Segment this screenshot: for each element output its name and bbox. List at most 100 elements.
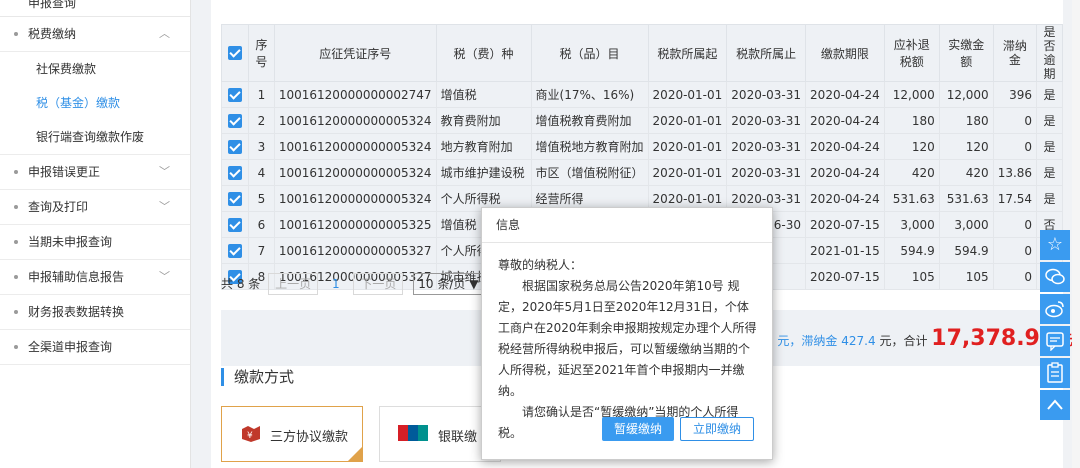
table-cell-paid: 594.9 <box>938 237 994 264</box>
table-cell-overdue: 是 <box>1036 107 1063 134</box>
sidebar-item-unfiled-query[interactable]: 当期未申报查询 <box>0 225 190 260</box>
table-cell-tax-type: 地方教育附加 <box>435 133 532 160</box>
sidebar-item-error-correction[interactable]: 申报错误更正 ﹀ <box>0 155 190 190</box>
up-arrow-icon[interactable] <box>1040 390 1070 420</box>
sidebar-partial-label: 申报查询 <box>28 0 77 10</box>
page-number[interactable]: 1 <box>332 272 340 296</box>
selected-corner-icon <box>348 447 362 461</box>
table-cell-overdue: 是 <box>1036 185 1063 212</box>
chevron-down-icon: ﹀ <box>159 200 170 213</box>
grand-total: 17,378.93 <box>931 326 1056 351</box>
col-header: 滞纳金 <box>992 24 1038 82</box>
table-cell-deadline: 2020-04-24 <box>805 107 885 134</box>
row-checkbox-cell[interactable] <box>221 159 249 186</box>
bullet-icon <box>14 170 18 174</box>
payment-option-label: 三方协议缴款 <box>270 430 349 445</box>
row-checkbox-cell[interactable] <box>221 107 249 134</box>
row-checkbox-cell[interactable] <box>221 211 249 238</box>
table-cell-paid: 120 <box>938 133 994 160</box>
page-size-value: 10 条/页 <box>418 277 466 291</box>
table-cell-due: 180 <box>883 107 940 134</box>
row-checkbox[interactable] <box>227 87 242 102</box>
wechat-icon[interactable] <box>1040 262 1070 292</box>
table-cell-voucher: 10016120000000002747 <box>273 81 437 108</box>
sidebar-item-tax-payment[interactable]: 税费缴纳 ︿ <box>0 17 190 52</box>
table-row[interactable]: 3 10016120000000005324 地方教育附加 增值税地方教育附加 2020… <box>221 133 1063 160</box>
prev-page-button[interactable]: 上一页 <box>268 273 319 295</box>
table-cell-overdue: 是 <box>1036 159 1063 186</box>
table-cell-no: 6 <box>247 211 275 238</box>
tripartite-agreement-icon: ¥ <box>240 425 262 446</box>
table-cell-late-fee: 17.54 <box>992 185 1038 212</box>
table-cell-tax-type: 城市维护建设税 <box>435 159 532 186</box>
table-cell-no: 5 <box>247 185 275 212</box>
payment-option-tripartite[interactable]: ¥ 三方协议缴款 <box>221 406 363 462</box>
vertical-scrollbar[interactable] <box>1072 0 1080 468</box>
row-checkbox-cell[interactable] <box>221 185 249 212</box>
summary-partial-prefix: 3 元，滞纳金 <box>765 334 838 348</box>
row-checkbox[interactable] <box>227 139 242 154</box>
bullet-icon <box>14 205 18 209</box>
floating-toolbar: ☆ <box>1040 230 1070 422</box>
table-cell-paid: 420 <box>938 159 994 186</box>
table-cell-deadline: 2020-07-15 <box>805 211 885 238</box>
table-cell-paid: 12,000 <box>938 81 994 108</box>
sidebar-subitem-bank-void[interactable]: 银行端查询缴款作废 <box>0 120 190 155</box>
table-cell-no: 7 <box>247 237 275 264</box>
row-checkbox[interactable] <box>227 191 242 206</box>
table-cell-due: 120 <box>883 133 940 160</box>
sidebar-partial-item[interactable]: 申报查询 <box>0 0 190 17</box>
sidebar-subitem-tax-fund[interactable]: 税（基金）缴款 <box>0 86 190 120</box>
weibo-icon[interactable] <box>1040 294 1070 324</box>
sidebar-subitem-social-insurance[interactable]: 社保费缴款 <box>0 52 190 86</box>
star-icon[interactable]: ☆ <box>1040 230 1070 260</box>
table-cell-paid: 3,000 <box>938 211 994 238</box>
row-checkbox[interactable] <box>227 113 242 128</box>
table-row[interactable]: 1 10016120000000002747 增值税 商业(17%、16%) 2020-… <box>221 81 1063 108</box>
message-icon[interactable] <box>1040 326 1070 356</box>
row-checkbox-cell[interactable] <box>221 81 249 108</box>
table-cell-end: 2020-03-31 <box>726 107 807 134</box>
select-all-header[interactable] <box>221 24 249 82</box>
table-cell-voucher: 10016120000000005324 <box>273 159 437 186</box>
table-row[interactable]: 4 10016120000000005324 城市维护建设税 市区（增值税附征） 202… <box>221 159 1063 186</box>
sidebar-item-all-channel-query[interactable]: 全渠道申报查询 <box>0 330 190 365</box>
table-cell-no: 4 <box>247 159 275 186</box>
bullet-icon <box>14 345 18 349</box>
defer-payment-button[interactable]: 暂缓缴纳 <box>602 417 675 441</box>
info-dialog: 信息 尊敬的纳税人： 根据国家税务总局公告2020年第10号 规定，2020年5… <box>481 207 773 460</box>
sidebar-item-label: 当期未申报查询 <box>28 235 113 249</box>
table-cell-end: 2020-03-31 <box>726 133 807 160</box>
col-header: 税（品）目 <box>530 24 649 82</box>
svg-text:¥: ¥ <box>247 431 253 441</box>
select-all-checkbox[interactable] <box>227 46 242 61</box>
table-cell-late-fee: 0 <box>992 263 1038 290</box>
unionpay-icon <box>398 425 428 444</box>
table-cell-late-fee: 0 <box>992 211 1038 238</box>
row-checkbox[interactable] <box>227 243 242 258</box>
next-page-button[interactable]: 下一页 <box>353 273 404 295</box>
table-cell-due: 12,000 <box>883 81 940 108</box>
sidebar-item-financial-convert[interactable]: 财务报表数据转换 <box>0 295 190 330</box>
dialog-paragraph: 根据国家税务总局公告2020年第10号 规定，2020年5月1日至2020年12… <box>498 279 757 398</box>
bullet-icon <box>14 32 18 36</box>
pay-now-button[interactable]: 立即缴纳 <box>680 417 755 441</box>
sidebar-item-aux-report[interactable]: 申报辅助信息报告 ﹀ <box>0 260 190 295</box>
table-cell-paid: 180 <box>938 107 994 134</box>
sidebar-item-query-print[interactable]: 查询及打印 ﹀ <box>0 190 190 225</box>
table-row[interactable]: 2 10016120000000005324 教育费附加 增值税教育费附加 2020-0… <box>221 107 1063 134</box>
table-cell-due: 3,000 <box>883 211 940 238</box>
row-checkbox[interactable] <box>227 165 242 180</box>
clipboard-icon[interactable] <box>1040 358 1070 388</box>
table-cell-due: 105 <box>883 263 940 290</box>
dialog-greeting: 尊敬的纳税人： <box>498 258 583 272</box>
row-checkbox-cell[interactable] <box>221 133 249 160</box>
table-header-row: 序号 应征凭证序号 税（费）种 税（品）目 税款所属起 税款所属止 缴款期限 应… <box>221 24 1063 82</box>
row-checkbox[interactable] <box>227 217 242 232</box>
page-size-select[interactable]: 10 条/页 ▼ <box>413 273 484 295</box>
table-cell-due: 531.63 <box>883 185 940 212</box>
table-cell-deadline: 2020-04-24 <box>805 133 885 160</box>
table-cell-overdue: 是 <box>1036 81 1063 108</box>
table-cell-late-fee: 13.86 <box>992 159 1038 186</box>
row-checkbox-cell[interactable] <box>221 237 249 264</box>
